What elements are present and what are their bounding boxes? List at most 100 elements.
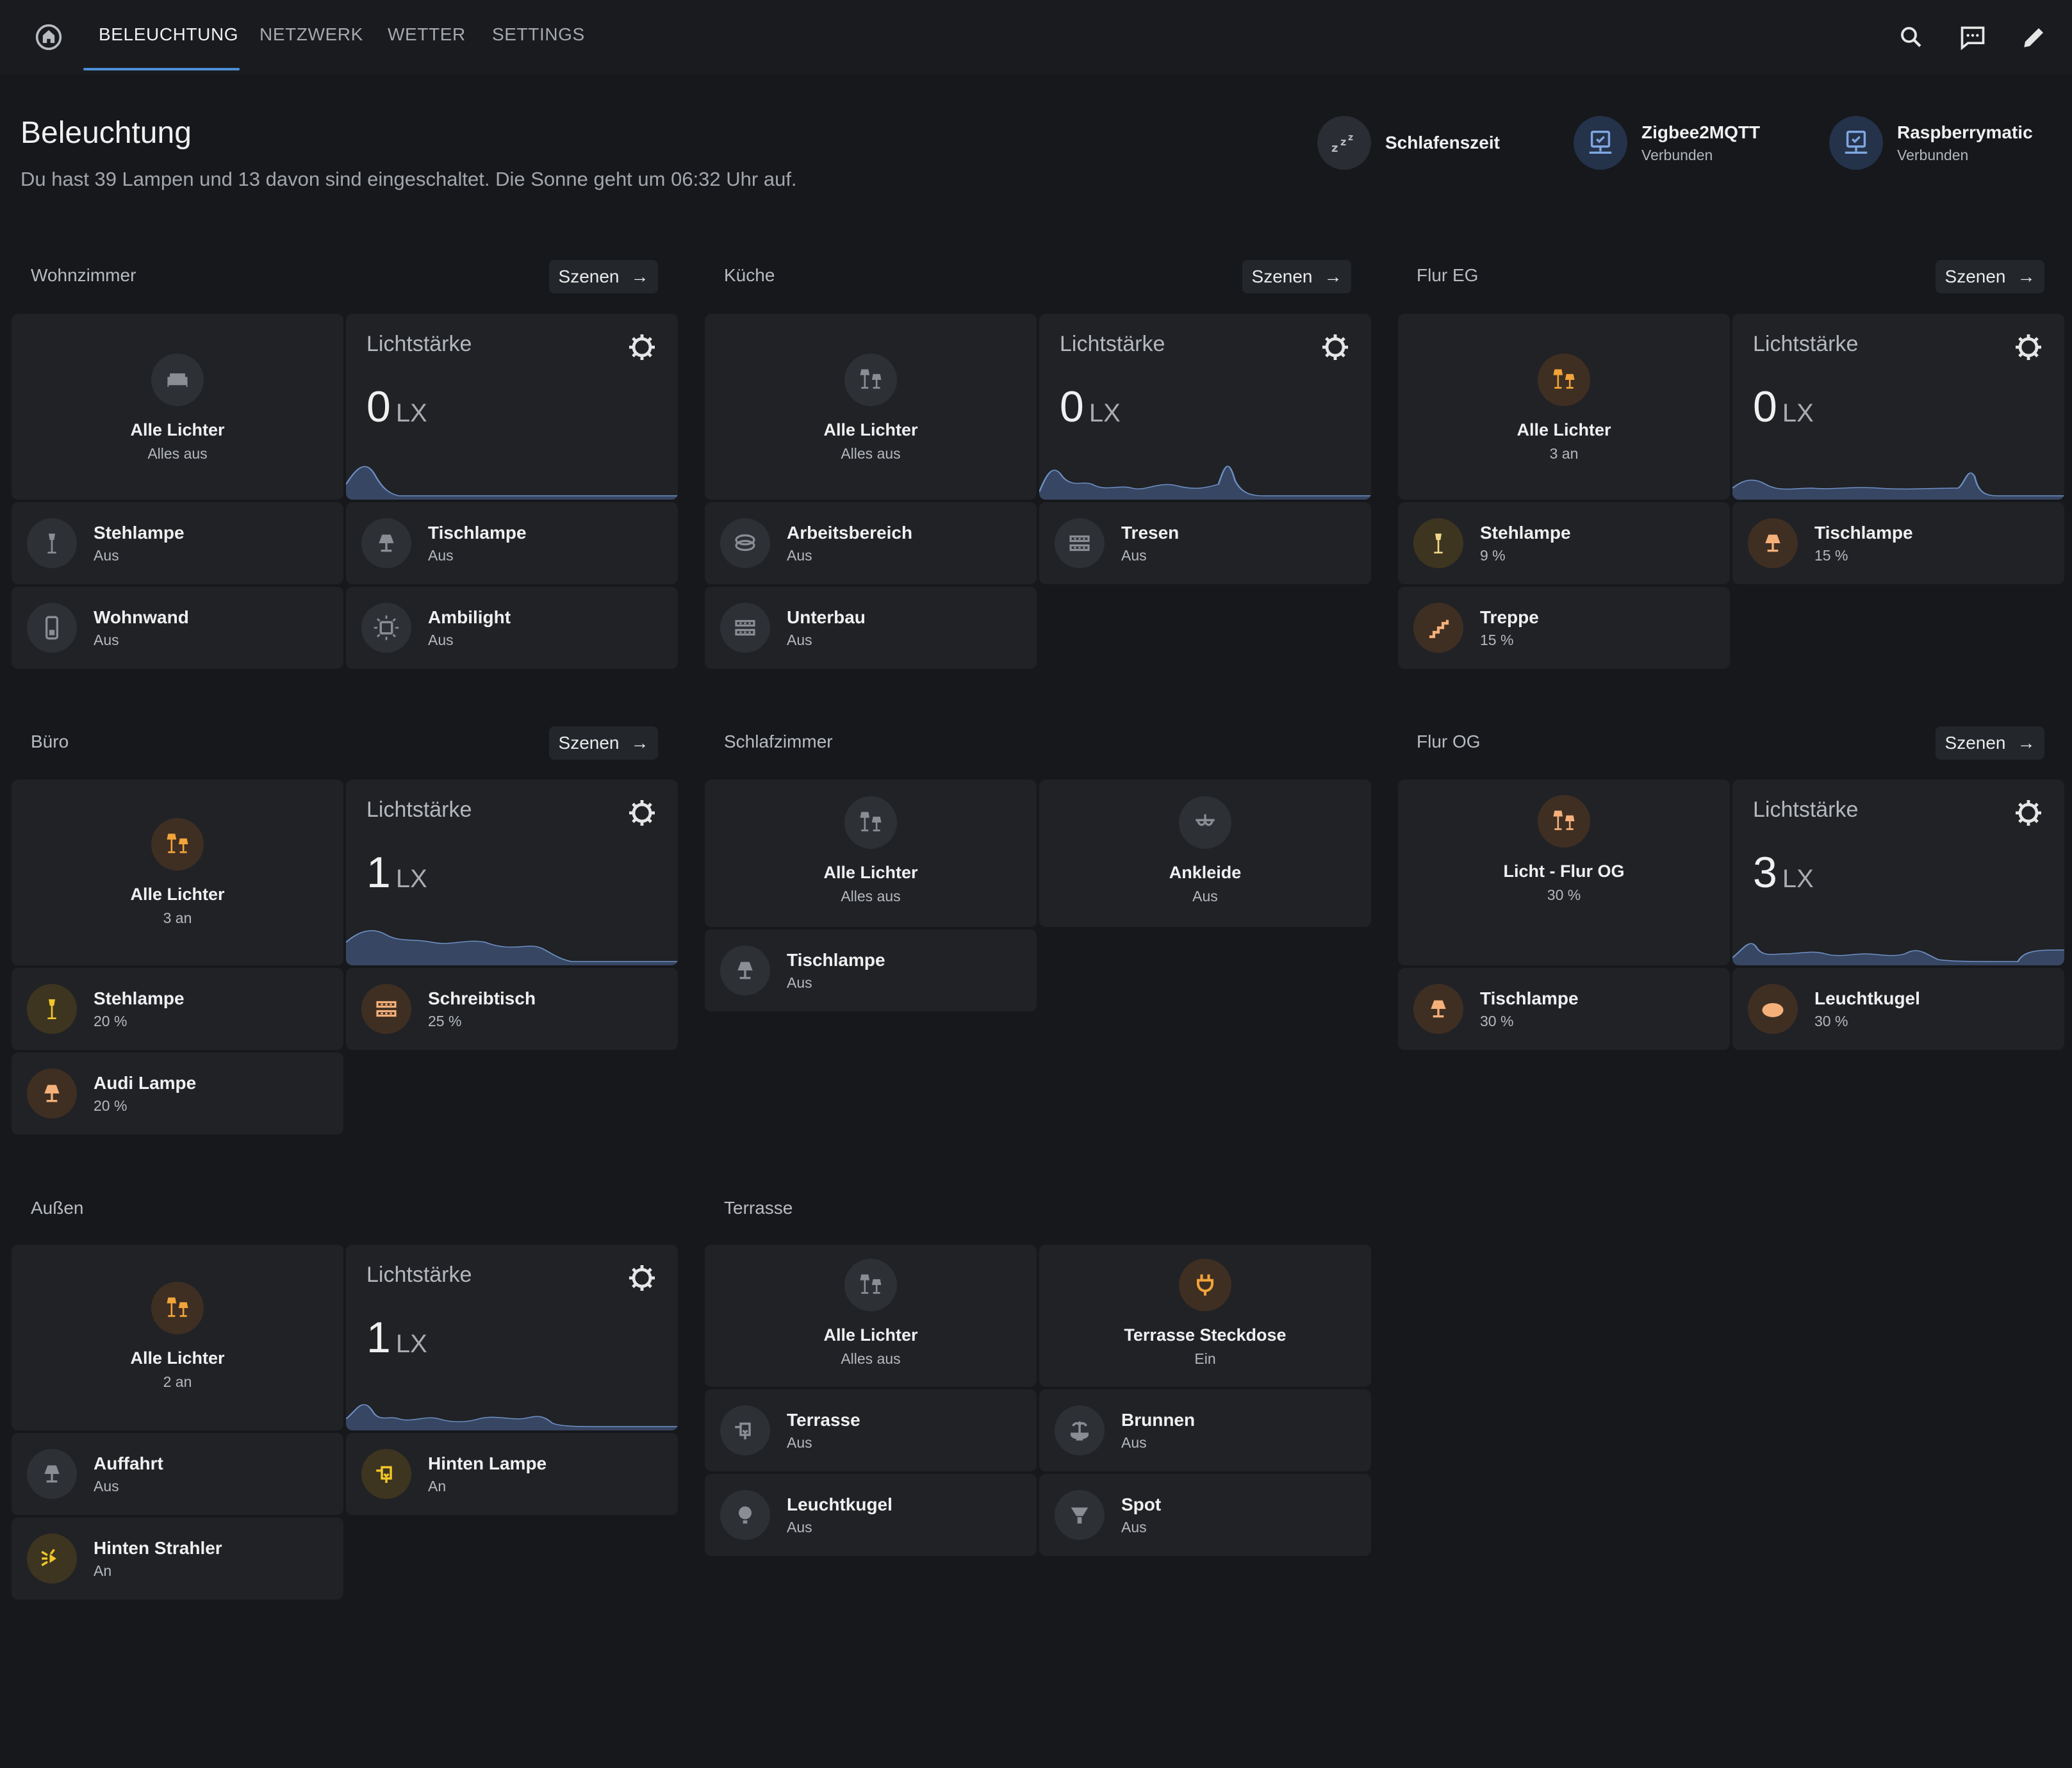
group-state: 3 an: [1549, 445, 1579, 462]
sofa-icon: [151, 354, 204, 406]
light-tile-spot[interactable]: Spot Aus: [1039, 1474, 1371, 1556]
light-tile-tischlampe[interactable]: Tischlampe 15 %: [1732, 502, 2064, 584]
table-lamp-icon: [1413, 984, 1463, 1034]
svg-text:z: z: [1348, 133, 1353, 143]
light-tile-terrasse[interactable]: Terrasse Aus: [705, 1389, 1037, 1471]
group-card-alle-lichter[interactable]: Alle Lichter Alles aus: [705, 1245, 1037, 1387]
home-icon[interactable]: [29, 19, 68, 55]
group-state: 3 an: [163, 910, 192, 926]
sensor-card-lichtstaerke[interactable]: Lichtstärke 1 LX: [346, 780, 678, 965]
light-tile-hinten-lampe[interactable]: Hinten Lampe An: [346, 1433, 678, 1515]
light-tile-arbeitsbereich[interactable]: Arbeitsbereich Aus: [705, 502, 1037, 584]
light-tile-leuchtkugel[interactable]: Leuchtkugel Aus: [705, 1474, 1037, 1556]
group-state: Alles aus: [841, 445, 901, 462]
light-tile-stehlampe[interactable]: Stehlampe 9 %: [1398, 502, 1730, 584]
group-card-alle-lichter[interactable]: Alle Lichter Alles aus: [705, 314, 1037, 500]
light-card-ankleide[interactable]: Ankleide Aus: [1039, 780, 1371, 927]
light-tile-schreibtisch[interactable]: Schreibtisch 25 %: [346, 968, 678, 1050]
group-state: Alles aus: [841, 888, 901, 904]
lux-history-graph: [1039, 466, 1371, 500]
sensor-card-lichtstaerke[interactable]: Lichtstärke 3 LX: [1732, 780, 2064, 965]
scenes-button[interactable]: Szenen →: [549, 726, 658, 760]
light-tile-leuchtkugel[interactable]: Leuchtkugel 30 %: [1732, 968, 2064, 1050]
light-tile-tresen[interactable]: Tresen Aus: [1039, 502, 1371, 584]
arrow-right-icon: →: [2017, 733, 2035, 753]
gear-icon[interactable]: [2013, 332, 2044, 363]
scenes-button[interactable]: Szenen →: [549, 260, 658, 293]
light-name: Leuchtkugel: [1814, 988, 1920, 1008]
light-tile-brunnen[interactable]: Brunnen Aus: [1039, 1389, 1371, 1471]
light-name: Brunnen: [1121, 1409, 1196, 1430]
light-tile-hinten-strahler[interactable]: Hinten Strahler An: [12, 1518, 343, 1600]
lux-history-graph: [1732, 943, 2064, 965]
tab-settings[interactable]: SETTINGS: [492, 24, 585, 45]
light-state: 30 %: [1814, 1012, 1848, 1029]
light-name: Stehlampe: [94, 522, 185, 543]
light-tile-stehlampe[interactable]: Stehlampe Aus: [12, 502, 343, 584]
light-name: Wohnwand: [94, 607, 189, 627]
light-tile-ambilight[interactable]: Ambilight Aus: [346, 587, 678, 669]
lux-value: 0: [1060, 382, 1084, 431]
area-title-wohnzimmer: Wohnzimmer: [31, 265, 136, 285]
lux-value: 0: [1753, 382, 1777, 431]
gear-icon[interactable]: [1320, 332, 1351, 363]
light-tile-wohnwand[interactable]: Wohnwand Aus: [12, 587, 343, 669]
switch-card-terrasse-steckdose[interactable]: Terrasse Steckdose Ein: [1039, 1245, 1371, 1387]
pencil-icon[interactable]: [2016, 19, 2052, 55]
group-card-alle-lichter[interactable]: Alle Lichter 2 an: [12, 1245, 343, 1430]
sensor-card-lichtstaerke[interactable]: Lichtstärke 1 LX: [346, 1245, 678, 1430]
group-card-alle-lichter[interactable]: Alle Lichter Alles aus: [705, 780, 1037, 927]
chip-zigbee2mqtt[interactable]: Zigbee2MQTT Verbunden: [1574, 114, 1760, 172]
search-icon[interactable]: [1893, 19, 1929, 55]
group-card-licht-flur-og[interactable]: Licht - Flur OG 30 %: [1398, 780, 1730, 965]
light-tile-stehlampe[interactable]: Stehlampe 20 %: [12, 968, 343, 1050]
chip-schlafenszeit[interactable]: zzz Schlafenszeit: [1317, 114, 1500, 172]
chip-status: Verbunden: [1641, 146, 1713, 163]
sensor-card-lichtstaerke[interactable]: Lichtstärke 0 LX: [1039, 314, 1371, 500]
group-card-alle-lichter[interactable]: Alle Lichter 3 an: [12, 780, 343, 965]
chip-label: Zigbee2MQTT: [1641, 122, 1761, 142]
light-state: Aus: [1192, 888, 1218, 904]
gear-icon[interactable]: [2013, 798, 2044, 828]
gear-icon[interactable]: [627, 1263, 657, 1293]
light-name: Leuchtkugel: [787, 1494, 892, 1514]
group-card-alle-lichter[interactable]: Alle Lichter Alles aus: [12, 314, 343, 500]
light-state: An: [428, 1477, 447, 1494]
sensor-card-lichtstaerke[interactable]: Lichtstärke 0 LX: [1732, 314, 2064, 500]
scenes-button[interactable]: Szenen →: [1936, 260, 2044, 293]
switch-state: Ein: [1194, 1350, 1216, 1367]
area-title-aussen: Außen: [31, 1198, 84, 1218]
scenes-button[interactable]: Szenen →: [1936, 726, 2044, 760]
sensor-value: 0 LX: [1753, 382, 1814, 432]
message-icon[interactable]: [1955, 19, 1991, 55]
lamps-icon: [844, 796, 897, 849]
sensor-card-lichtstaerke[interactable]: Lichtstärke 0 LX: [346, 314, 678, 500]
group-state: Alles aus: [147, 445, 208, 462]
light-tile-auffahrt[interactable]: Auffahrt Aus: [12, 1433, 343, 1515]
light-tile-tischlampe[interactable]: Tischlampe Aus: [346, 502, 678, 584]
light-tile-tischlampe[interactable]: Tischlampe Aus: [705, 929, 1037, 1011]
tab-netzwerk[interactable]: NETZWERK: [259, 24, 363, 45]
floor-lamp-icon: [27, 518, 77, 568]
tab-wetter[interactable]: WETTER: [388, 24, 466, 45]
gear-icon[interactable]: [627, 332, 657, 363]
led-strip-icon: [361, 984, 411, 1034]
gear-icon[interactable]: [627, 798, 657, 828]
light-state: Aus: [1121, 546, 1147, 564]
arrow-right-icon: →: [630, 266, 649, 286]
group-name: Alle Lichter: [1517, 420, 1611, 439]
light-tile-tischlampe[interactable]: Tischlampe 30 %: [1398, 968, 1730, 1050]
light-tile-treppe[interactable]: Treppe 15 %: [1398, 587, 1730, 669]
lamps-icon: [844, 1259, 897, 1311]
light-tile-unterbau[interactable]: Unterbau Aus: [705, 587, 1037, 669]
light-tile-audi-lampe[interactable]: Audi Lampe 20 %: [12, 1052, 343, 1134]
light-name: Audi Lampe: [94, 1072, 197, 1093]
scenes-button[interactable]: Szenen →: [1242, 260, 1351, 293]
tab-beleuchtung[interactable]: BELEUCHTUNG: [99, 24, 238, 45]
lamps-icon: [844, 354, 897, 406]
chip-raspberrymatic[interactable]: Raspberrymatic Verbunden: [1829, 114, 2033, 172]
light-state: Aus: [1121, 1434, 1147, 1451]
svg-text:z: z: [1340, 136, 1346, 148]
group-card-alle-lichter[interactable]: Alle Lichter 3 an: [1398, 314, 1730, 500]
spotlight-beam-icon: [27, 1534, 77, 1584]
